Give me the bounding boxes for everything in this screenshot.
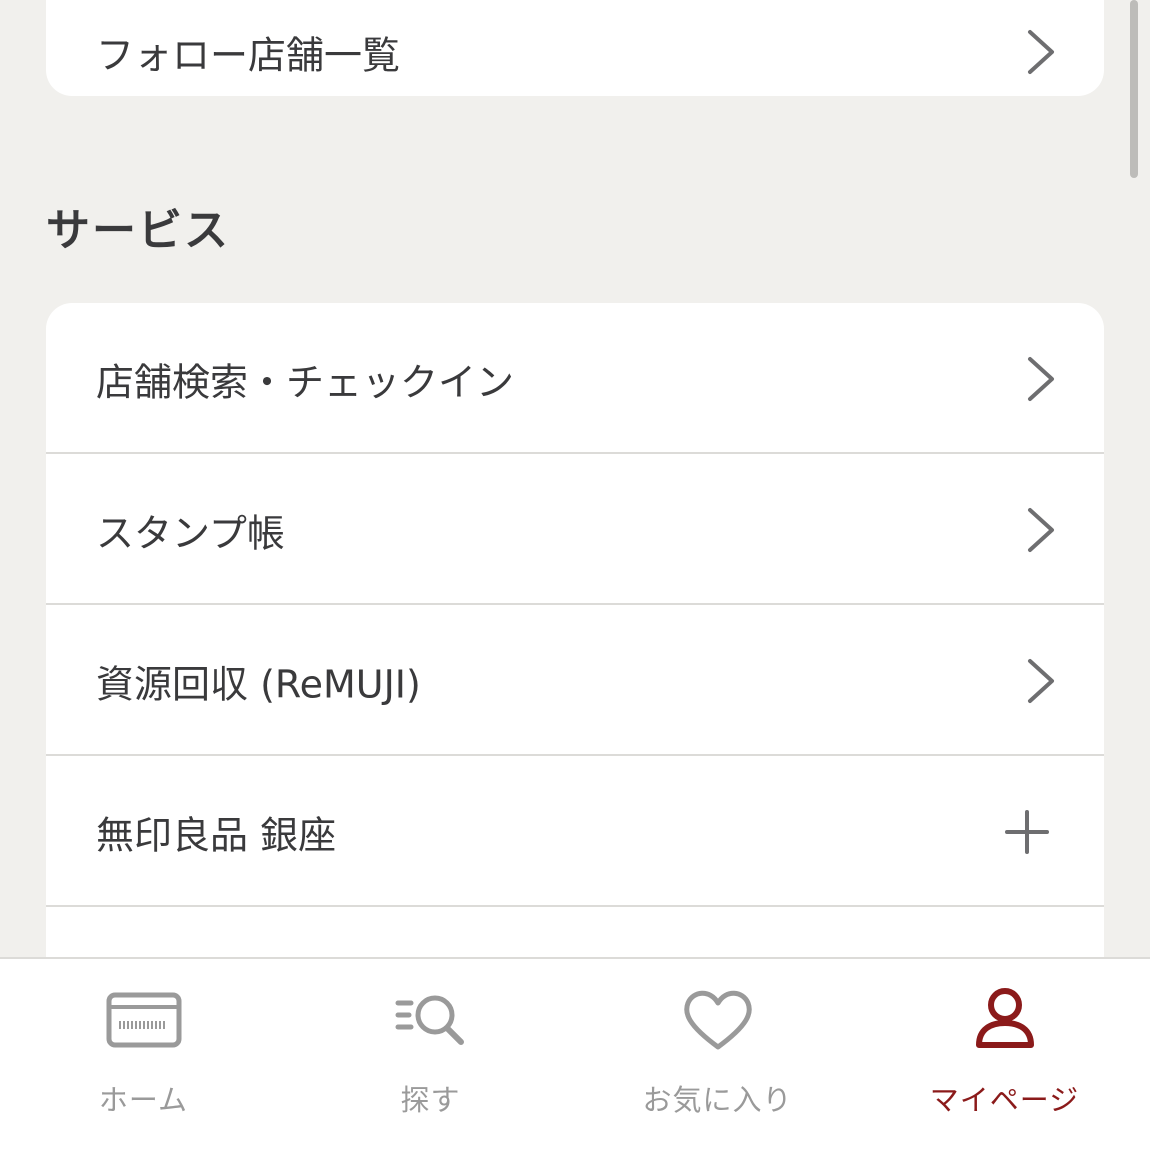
- scroll-content[interactable]: フォロー店舗一覧 サービス 店舗検索・チェックイン スタンプ帳 資源回収 (Re…: [0, 0, 1150, 957]
- follow-stores-label: フォロー店舗一覧: [96, 33, 401, 78]
- service-row-store-search[interactable]: 店舗検索・チェックイン: [46, 303, 1104, 454]
- service-row-label: スタンプ帳: [96, 511, 285, 555]
- service-row-stamp-book[interactable]: スタンプ帳: [46, 454, 1104, 605]
- chevron-right-icon: [1028, 507, 1054, 552]
- heart-icon: [683, 990, 752, 1050]
- scrollbar[interactable]: [1130, 0, 1138, 178]
- service-row-label: 資源回収 (ReMUJI): [96, 662, 421, 706]
- tab-search[interactable]: 探す: [287, 981, 574, 1121]
- tab-mypage[interactable]: マイページ: [861, 981, 1148, 1121]
- chevron-right-icon: [1028, 356, 1054, 401]
- card-icon: [106, 992, 181, 1048]
- tab-mypage-label: マイページ: [929, 1083, 1080, 1117]
- search-list-icon: [395, 995, 464, 1045]
- tab-favorites[interactable]: お気に入り: [574, 981, 861, 1121]
- chevron-right-icon: [1028, 30, 1054, 74]
- follow-stores-card: フォロー店舗一覧: [46, 0, 1104, 96]
- service-row-label: 無印良品 銀座: [96, 813, 337, 857]
- follow-stores-row[interactable]: フォロー店舗一覧: [46, 0, 1104, 96]
- service-row-ginza-store[interactable]: 無印良品 銀座: [46, 756, 1104, 907]
- tab-favorites-label: お気に入り: [642, 1083, 793, 1117]
- chevron-right-icon: [1028, 658, 1054, 703]
- tab-home[interactable]: ホーム: [0, 981, 287, 1121]
- service-row-label: 店舗検索・チェックイン: [96, 360, 515, 404]
- service-row-remuji[interactable]: 資源回収 (ReMUJI): [46, 605, 1104, 756]
- tab-search-label: 探す: [400, 1083, 461, 1117]
- plus-icon: [1005, 809, 1049, 854]
- services-section-title: サービス: [46, 205, 230, 256]
- person-icon: [975, 988, 1034, 1048]
- tab-bar: ホーム 探す お気に入り マイページ: [0, 957, 1150, 1152]
- tab-home-label: ホーム: [98, 1083, 189, 1117]
- service-row-partial[interactable]: [46, 907, 1104, 957]
- services-card: 店舗検索・チェックイン スタンプ帳 資源回収 (ReMUJI) 無印良品 銀座: [46, 303, 1104, 957]
